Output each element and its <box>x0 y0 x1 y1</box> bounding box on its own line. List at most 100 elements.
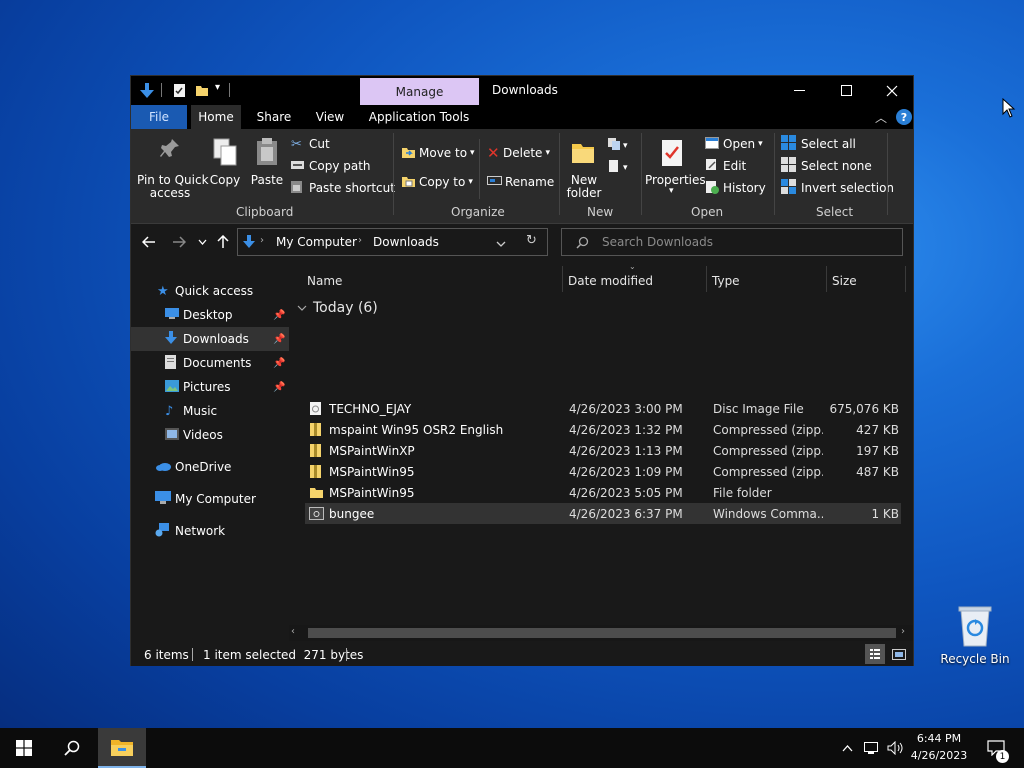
copy-path-icon <box>291 159 309 173</box>
history-button[interactable]: History <box>705 179 766 197</box>
pin-icon[interactable]: 📌 <box>273 358 285 369</box>
search-box[interactable]: Search Downloads <box>561 228 903 256</box>
sidebar-item-my-computer[interactable]: My Computer <box>131 487 289 511</box>
close-button[interactable] <box>869 76 915 105</box>
address-dropdown-icon[interactable] <box>496 237 506 251</box>
table-row[interactable]: TECHNO_EJAY 4/26/2023 3:00 PM Disc Image… <box>305 398 901 419</box>
sidebar-item-documents[interactable]: Documents 📌 <box>131 351 289 375</box>
group-header-today[interactable]: Today (6) <box>297 298 897 318</box>
network-tray-button[interactable] <box>860 728 882 768</box>
delete-button[interactable]: ✕ Delete ▾ <box>487 143 550 163</box>
volume-tray-button[interactable] <box>884 728 906 768</box>
table-row-selected[interactable]: bungee 4/26/2023 6:37 PM Windows Comma..… <box>305 503 901 524</box>
invert-selection-button[interactable]: Invert selection <box>781 179 894 197</box>
new-folder-button[interactable]: New folder <box>565 135 603 201</box>
tab-application-tools[interactable]: Application Tools <box>363 105 475 129</box>
horizontal-scrollbar[interactable]: ‹ › <box>289 625 913 641</box>
sidebar-item-pictures[interactable]: Pictures 📌 <box>131 375 289 399</box>
details-view-button[interactable] <box>865 644 885 664</box>
recycle-bin-desktop-icon[interactable]: Recycle Bin <box>940 600 1010 670</box>
pin-to-quick-access-button[interactable]: Pin to Quick access <box>137 135 209 201</box>
tab-view[interactable]: View <box>307 105 353 129</box>
copy-to-button[interactable]: Copy to ▾ <box>401 172 473 192</box>
collapse-ribbon-icon[interactable]: ︿ <box>875 109 887 126</box>
pin-icon[interactable]: 📌 <box>273 310 285 321</box>
sidebar-item-music[interactable]: ♪ Music <box>131 399 289 423</box>
action-center-button[interactable]: 1 <box>976 728 1016 768</box>
show-hidden-icons-button[interactable] <box>838 728 856 768</box>
file-type: File folder <box>713 485 772 500</box>
breadcrumb-my-computer[interactable]: My Computer <box>276 235 357 249</box>
table-row[interactable]: MSPaintWin95 4/26/2023 1:09 PM Compresse… <box>305 461 901 482</box>
open-button[interactable]: Open ▾ <box>705 135 763 153</box>
file-name: bungee <box>329 506 375 521</box>
sidebar-item-quick-access[interactable]: ★ Quick access <box>131 279 289 303</box>
ribbon-tab-row: File Home Share View Application Tools ︿… <box>131 105 913 129</box>
qat-dropdown-icon[interactable]: ▾ <box>215 82 220 93</box>
forward-button[interactable] <box>169 232 189 252</box>
file-explorer-taskbar-button[interactable] <box>98 728 146 768</box>
minimize-button[interactable] <box>777 76 823 105</box>
scroll-right-icon[interactable]: › <box>901 626 905 637</box>
cloud-icon <box>155 460 175 474</box>
up-button[interactable] <box>213 232 233 252</box>
recent-locations-button[interactable] <box>195 232 209 252</box>
large-icons-view-button[interactable] <box>889 644 909 664</box>
address-bar[interactable]: › My Computer › Downloads ↻ <box>237 228 548 256</box>
column-header-date-modified[interactable]: Date modified <box>568 270 708 292</box>
sidebar-item-network[interactable]: Network <box>131 519 289 543</box>
move-to-button[interactable]: Move to ▾ <box>401 143 475 163</box>
table-row[interactable]: MSPaintWin95 4/26/2023 5:05 PM File fold… <box>305 482 901 503</box>
breadcrumb-chevron-icon[interactable]: › <box>358 235 362 246</box>
properties-icon <box>662 140 682 166</box>
sidebar-item-desktop[interactable]: Desktop 📌 <box>131 303 289 327</box>
help-icon[interactable]: ? <box>896 109 912 125</box>
column-header-name[interactable]: Name <box>307 270 557 292</box>
new-folder-qat-icon[interactable] <box>195 83 209 97</box>
properties-button[interactable]: Properties ▾ <box>645 135 706 201</box>
copy-button[interactable]: Copy <box>205 135 245 195</box>
tab-home[interactable]: Home <box>191 105 241 129</box>
pin-icon[interactable]: 📌 <box>273 334 285 345</box>
search-taskbar-button[interactable] <box>48 728 96 768</box>
sidebar-item-videos[interactable]: Videos <box>131 423 289 447</box>
easy-access-button[interactable]: ▾ <box>607 159 628 176</box>
qat-separator <box>161 83 162 97</box>
select-none-button[interactable]: Select none <box>781 157 872 175</box>
maximize-button[interactable] <box>823 76 869 105</box>
tab-file[interactable]: File <box>131 105 187 129</box>
select-none-label: Select none <box>801 159 872 173</box>
back-button[interactable] <box>139 232 159 252</box>
paste-button[interactable]: Paste <box>247 135 287 195</box>
scroll-left-icon[interactable]: ‹ <box>291 626 295 637</box>
table-row[interactable]: mspaint Win95 OSR2 English 4/26/2023 1:3… <box>305 419 901 440</box>
sidebar-item-onedrive[interactable]: OneDrive <box>131 455 289 479</box>
scrollbar-thumb[interactable] <box>308 628 896 638</box>
column-separator[interactable] <box>562 266 563 292</box>
breadcrumb-chevron-icon[interactable]: › <box>260 235 264 246</box>
column-separator[interactable] <box>706 266 707 292</box>
rename-button[interactable]: Rename <box>487 172 554 192</box>
video-icon <box>165 427 183 443</box>
column-header-size[interactable]: Size <box>832 270 902 292</box>
new-item-button[interactable]: ▾ <box>607 137 628 154</box>
breadcrumb-downloads[interactable]: Downloads <box>373 235 439 249</box>
cut-button[interactable]: ✂ Cut <box>291 135 330 153</box>
clock-button[interactable]: 6:44 PM 4/26/2023 <box>908 728 970 768</box>
manage-contextual-tab[interactable]: Manage <box>360 78 479 105</box>
column-header-type[interactable]: Type <box>712 270 822 292</box>
pin-icon[interactable]: 📌 <box>273 382 285 393</box>
table-row[interactable]: MSPaintWinXP 4/26/2023 1:13 PM Compresse… <box>305 440 901 461</box>
edit-button[interactable]: Edit <box>705 157 746 175</box>
properties-qat-icon[interactable] <box>173 83 186 98</box>
copy-path-button[interactable]: Copy path <box>291 157 371 175</box>
paste-shortcut-button[interactable]: Paste shortcut <box>291 179 395 197</box>
select-all-button[interactable]: Select all <box>781 135 856 153</box>
column-separator[interactable] <box>826 266 827 292</box>
refresh-icon[interactable]: ↻ <box>526 233 537 248</box>
tab-share[interactable]: Share <box>251 105 297 129</box>
column-separator[interactable] <box>905 266 906 292</box>
large-icons-view-icon <box>892 648 906 660</box>
start-button[interactable] <box>0 728 48 768</box>
sidebar-item-downloads[interactable]: Downloads 📌 <box>131 327 289 351</box>
